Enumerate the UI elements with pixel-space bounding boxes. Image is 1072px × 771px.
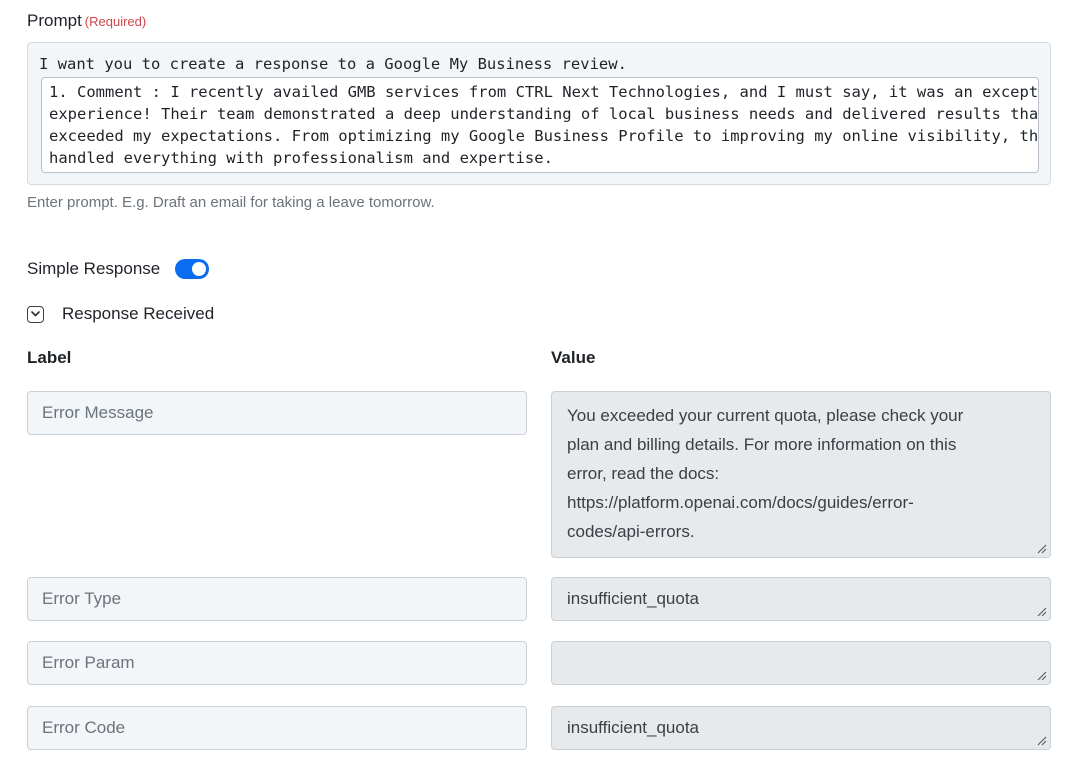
comment-line: exceeded my expectations. From optimizin…: [49, 127, 1039, 145]
value-line: insufficient_quota: [567, 589, 700, 608]
response-received-label: Response Received: [62, 304, 215, 323]
prompt-intro-text[interactable]: I want you to create a response to a Goo…: [39, 55, 627, 73]
error-type-value-field[interactable]: insufficient_quota: [551, 577, 1051, 621]
expand-button[interactable]: [27, 305, 44, 323]
value-line: codes/api-errors.: [567, 522, 695, 541]
toggle-knob: [192, 262, 207, 276]
error-param-label-field[interactable]: Error Param: [27, 641, 527, 685]
comment-line: handled everything with professionalism …: [49, 149, 553, 167]
prompt-label: Prompt (Required): [27, 11, 146, 31]
value-line: You exceeded your current quota, please …: [567, 406, 964, 425]
resize-handle-icon[interactable]: [1036, 670, 1047, 681]
comment-line: experience! Their team demonstrated a de…: [49, 105, 1039, 123]
value-column-header: Value: [551, 348, 596, 367]
resize-handle-icon[interactable]: [1036, 543, 1047, 554]
error-message-label-field[interactable]: Error Message: [27, 391, 527, 435]
prompt-label-text: Prompt: [27, 11, 82, 30]
error-type-label-field[interactable]: Error Type: [27, 577, 527, 621]
prompt-hint: Enter prompt. E.g. Draft an email for ta…: [27, 194, 435, 211]
comment-line: 1. Comment : I recently availed GMB serv…: [49, 83, 1039, 101]
value-line: insufficient_quota: [567, 718, 700, 737]
error-message-value-field[interactable]: You exceeded your current quota, please …: [551, 391, 1051, 558]
simple-response-row: Simple Response: [27, 259, 210, 279]
error-param-value-field[interactable]: [551, 641, 1051, 685]
prompt-editor[interactable]: I want you to create a response to a Goo…: [27, 42, 1051, 185]
chevron-down-icon: [31, 311, 40, 317]
simple-response-toggle[interactable]: [175, 259, 210, 279]
simple-response-label: Simple Response: [27, 259, 161, 278]
error-code-label-field[interactable]: Error Code: [27, 706, 527, 750]
required-marker: (Required): [84, 14, 147, 29]
resize-handle-icon[interactable]: [1036, 735, 1047, 746]
value-line: plan and billing details. For more infor…: [567, 435, 957, 454]
response-received-row[interactable]: Response Received: [27, 304, 214, 324]
response-form: Prompt (Required) I want you to create a …: [0, 0, 1072, 771]
resize-handle-icon[interactable]: [1036, 606, 1047, 617]
value-line: error, read the docs:: [567, 464, 720, 483]
label-column-header: Label: [27, 348, 72, 367]
error-code-value-field[interactable]: insufficient_quota: [551, 706, 1051, 750]
value-line: https://platform.openai.com/docs/guides/…: [567, 493, 914, 512]
comment-textarea[interactable]: 1. Comment : I recently availed GMB serv…: [41, 77, 1039, 173]
